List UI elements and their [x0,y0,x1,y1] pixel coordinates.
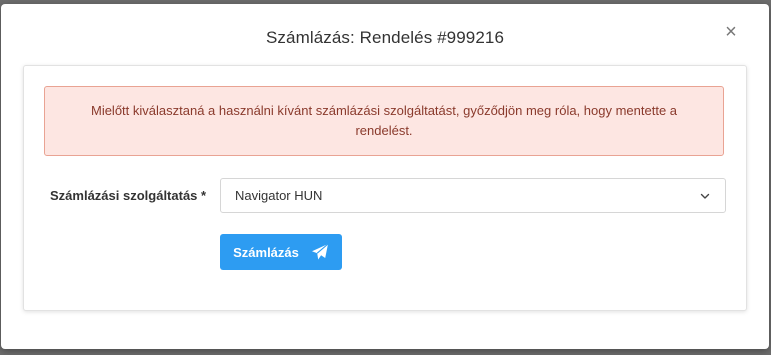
warning-alert: Mielőtt kiválasztaná a használni kívánt … [44,86,724,156]
modal-title: Számlázás: Rendelés #999216 [265,28,505,47]
submit-billing-label: Számlázás [233,244,299,260]
service-label: Számlázási szolgáltatás * [50,188,207,203]
service-select-value: Navigator HUN [235,188,323,203]
billing-modal: Számlázás: Rendelés #999216 × Mielőtt ki… [1,4,769,349]
service-select[interactable]: Navigator HUN [220,178,726,213]
alert-message: Mielőtt kiválasztaná a használni kívánt … [90,103,678,138]
paper-plane-icon [311,243,329,260]
billing-card: Mielőtt kiválasztaná a használni kívánt … [23,65,747,311]
submit-billing-button[interactable]: Számlázás [220,234,342,270]
close-button[interactable]: × [721,22,741,42]
close-icon: × [725,21,737,43]
chevron-down-icon [700,193,710,199]
